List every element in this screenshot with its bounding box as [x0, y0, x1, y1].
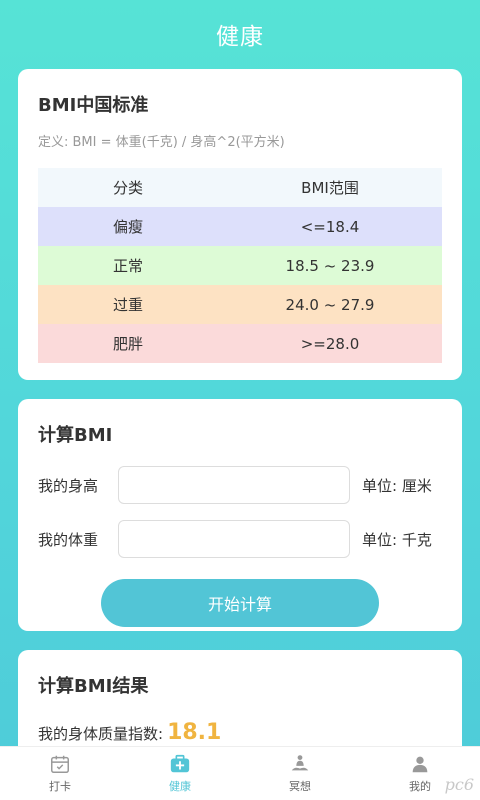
- calendar-icon: [51, 755, 69, 773]
- height-row: 我的身高 单位: 厘米: [38, 465, 442, 505]
- calculator-card-title: 计算BMI: [38, 425, 113, 446]
- height-label: 我的身高: [38, 476, 99, 495]
- weight-unit: 单位: 千克: [362, 530, 432, 549]
- bmi-standard-table: 分类 BMI范围 偏瘦 <=18.4 正常 18.5 ~ 23.9 过重 24.…: [38, 168, 442, 363]
- result-value: 18.1: [167, 720, 222, 745]
- watermark-logo: pc6: [444, 775, 474, 794]
- range-cell: >=28.0: [300, 334, 360, 353]
- tab-label: 冥想: [289, 780, 311, 793]
- range-cell: 24.0 ~ 27.9: [285, 295, 375, 314]
- result-row: 我的身体质量指数: 18.1: [38, 720, 442, 745]
- table-row: 过重 24.0 ~ 27.9: [38, 285, 442, 324]
- tab-health[interactable]: 健康: [120, 747, 240, 800]
- start-calculate-button[interactable]: 开始计算: [101, 579, 379, 627]
- table-row: 正常 18.5 ~ 23.9: [38, 246, 442, 285]
- weight-row: 我的体重 单位: 千克: [38, 519, 442, 559]
- tab-checkin[interactable]: 打卡: [0, 747, 120, 800]
- height-input[interactable]: [118, 466, 350, 504]
- bmi-calculator-card: 计算BMI 我的身高 单位: 厘米 我的体重 单位: 千克 开始计算: [18, 399, 462, 631]
- category-cell: 偏瘦: [112, 218, 143, 236]
- user-icon: [412, 756, 428, 773]
- weight-label: 我的体重: [38, 530, 99, 549]
- category-cell: 正常: [112, 257, 143, 275]
- result-card-title: 计算BMI结果: [38, 676, 149, 697]
- tab-label: 健康: [169, 780, 191, 793]
- table-header-row: 分类 BMI范围: [38, 168, 442, 207]
- tab-label: 我的: [409, 780, 431, 793]
- column-header-range: BMI范围: [301, 179, 359, 197]
- table-row: 偏瘦 <=18.4: [38, 207, 442, 246]
- column-header-category: 分类: [112, 179, 143, 197]
- height-unit: 单位: 厘米: [362, 476, 432, 495]
- medical-kit-icon: [170, 754, 190, 773]
- category-cell: 肥胖: [112, 335, 143, 353]
- table-row: 肥胖 >=28.0: [38, 324, 442, 363]
- range-cell: 18.5 ~ 23.9: [285, 256, 375, 275]
- category-cell: 过重: [112, 296, 143, 314]
- tab-meditation[interactable]: 冥想: [240, 747, 360, 800]
- standard-card-title: BMI中国标准: [38, 95, 149, 116]
- page-header: 健康: [0, 0, 480, 68]
- bmi-definition: 定义: BMI = 体重(千克) / 身高^2(平方米): [38, 135, 285, 150]
- result-label: 我的身体质量指数:: [38, 725, 164, 743]
- bmi-standard-card: BMI中国标准 定义: BMI = 体重(千克) / 身高^2(平方米) 分类 …: [18, 69, 462, 380]
- range-cell: <=18.4: [300, 217, 360, 236]
- page-title: 健康: [216, 24, 264, 50]
- meditation-icon: [291, 755, 309, 771]
- bottom-tab-bar: 打卡 健康 冥想 我的: [0, 746, 480, 800]
- tab-label: 打卡: [49, 780, 71, 793]
- weight-input[interactable]: [118, 520, 350, 558]
